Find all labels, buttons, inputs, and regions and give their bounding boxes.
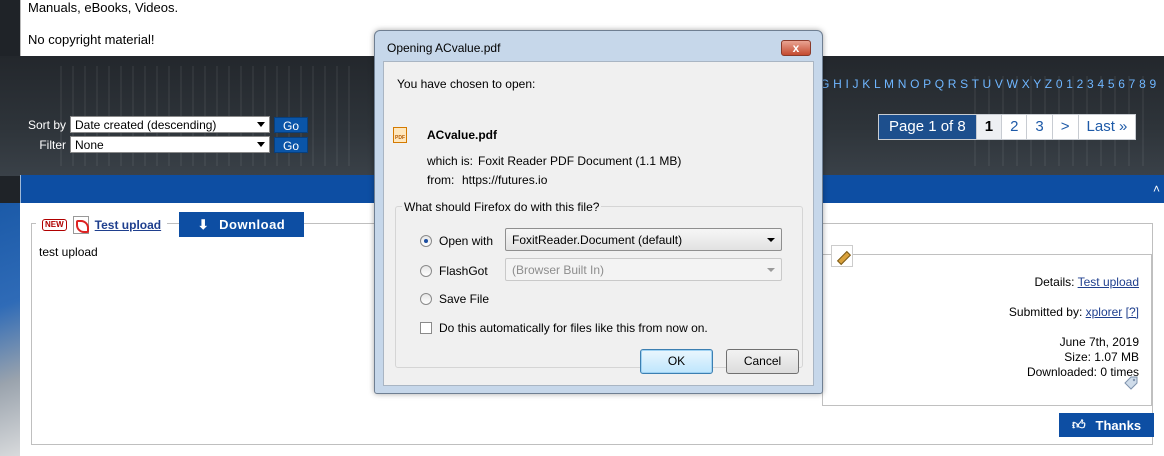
page-status: Page 1 of 8 [879,115,976,139]
listing-description: test upload [39,245,98,259]
details-box: Details: Test upload Submitted by: xplor… [822,254,1152,406]
edit-pencil-icon[interactable] [831,245,853,267]
submitted-label: Submitted by: [1008,305,1083,319]
chevron-down-icon [257,122,265,127]
listing-title-link[interactable]: Test upload [95,218,161,232]
page-link-1[interactable]: 1 [975,115,1002,139]
sort-select-value: Date created (descending) [75,118,217,132]
intro-text: Manuals, eBooks, Videos. [28,0,179,15]
action-group: What should Firefox do with this file? O… [395,200,803,368]
collapse-icon[interactable]: ˄ [1153,182,1160,196]
details-label: Details: [1034,275,1075,289]
new-badge-icon: NEW [42,219,67,231]
open-file-dialog: Opening ACvalue.pdf x You have chosen to… [374,30,823,394]
chevron-down-icon [257,142,265,147]
chevron-down-icon [767,268,775,272]
next-page-link[interactable]: > [1051,115,1078,139]
cancel-button[interactable]: Cancel [726,349,799,374]
listing-legend: NEW Test upload [36,214,168,236]
dialog-title: Opening ACvalue.pdf [387,41,501,55]
filter-select[interactable]: None [70,136,270,153]
filter-label: Filter [39,138,66,152]
pdf-file-icon: PDF [393,127,407,143]
last-page-link[interactable]: Last » [1077,115,1136,139]
download-arrow-icon: ⬇ [197,216,210,232]
download-button[interactable]: ⬇ Download [179,212,304,237]
dialog-intro: You have chosen to open: [397,77,536,91]
upload-date: June 7th, 2019 [1059,335,1139,349]
source-url: https://futures.io [462,173,548,187]
pdf-icon [72,216,89,234]
thanks-button-label: Thanks [1095,417,1142,433]
flashgot-select: (Browser Built In) [505,258,782,281]
which-is-label: which is: [427,154,474,168]
alphabet-index[interactable]: G H I J K L M N O P Q R S T U V W X Y Z … [820,77,1156,91]
thumbs-up-icon: 👍︎ [1071,417,1086,432]
save-file-radio[interactable] [420,293,432,305]
submitted-row: Submitted by: xplorer [?] [1009,305,1139,319]
dialog-filename: ACvalue.pdf [427,128,498,142]
submitter-link[interactable]: xplorer [1086,305,1123,319]
save-file-label[interactable]: Save File [439,292,489,306]
from-label: from: [427,173,455,187]
help-link[interactable]: [?] [1126,305,1139,319]
dialog-body: You have chosen to open: PDF ACvalue.pdf… [383,61,814,386]
thanks-button[interactable]: 👍︎ Thanks [1059,413,1154,437]
close-button[interactable]: x [781,40,811,56]
page-link-3[interactable]: 3 [1026,115,1051,139]
tag-icon [1124,376,1138,390]
flashgot-label[interactable]: FlashGot [439,264,488,278]
auto-checkbox[interactable] [420,322,432,334]
filter-go-button[interactable]: Go [274,137,308,153]
sort-select[interactable]: Date created (descending) [70,116,270,133]
copyright-note: No copyright material! [28,32,155,47]
flashgot-radio[interactable] [420,265,432,277]
details-row: Details: Test upload [1034,275,1139,289]
sort-go-button[interactable]: Go [274,117,308,133]
open-with-value: FoxitReader.Document (default) [512,233,683,247]
download-count: Downloaded: 0 times [1026,365,1139,379]
page-link-2[interactable]: 2 [1001,115,1026,139]
flashgot-value: (Browser Built In) [512,263,605,277]
ok-button[interactable]: OK [640,349,713,374]
sort-label: Sort by [27,118,66,132]
chevron-down-icon [767,238,775,242]
file-size: Size: 1.07 MB [1064,350,1139,364]
action-question: What should Firefox do with this file? [402,200,602,214]
auto-checkbox-label[interactable]: Do this automatically for files like thi… [439,321,708,335]
open-with-label[interactable]: Open with [439,234,493,248]
left-decoration [0,203,20,456]
open-with-radio[interactable] [420,235,432,247]
pagination: Page 1 of 8 1 2 3 > Last » [878,114,1137,140]
filter-select-value: None [75,138,104,152]
details-link[interactable]: Test upload [1078,275,1139,289]
file-type: Foxit Reader PDF Document (1.1 MB) [478,154,682,168]
open-with-select[interactable]: FoxitReader.Document (default) [505,228,782,251]
download-button-label: Download [219,217,286,232]
